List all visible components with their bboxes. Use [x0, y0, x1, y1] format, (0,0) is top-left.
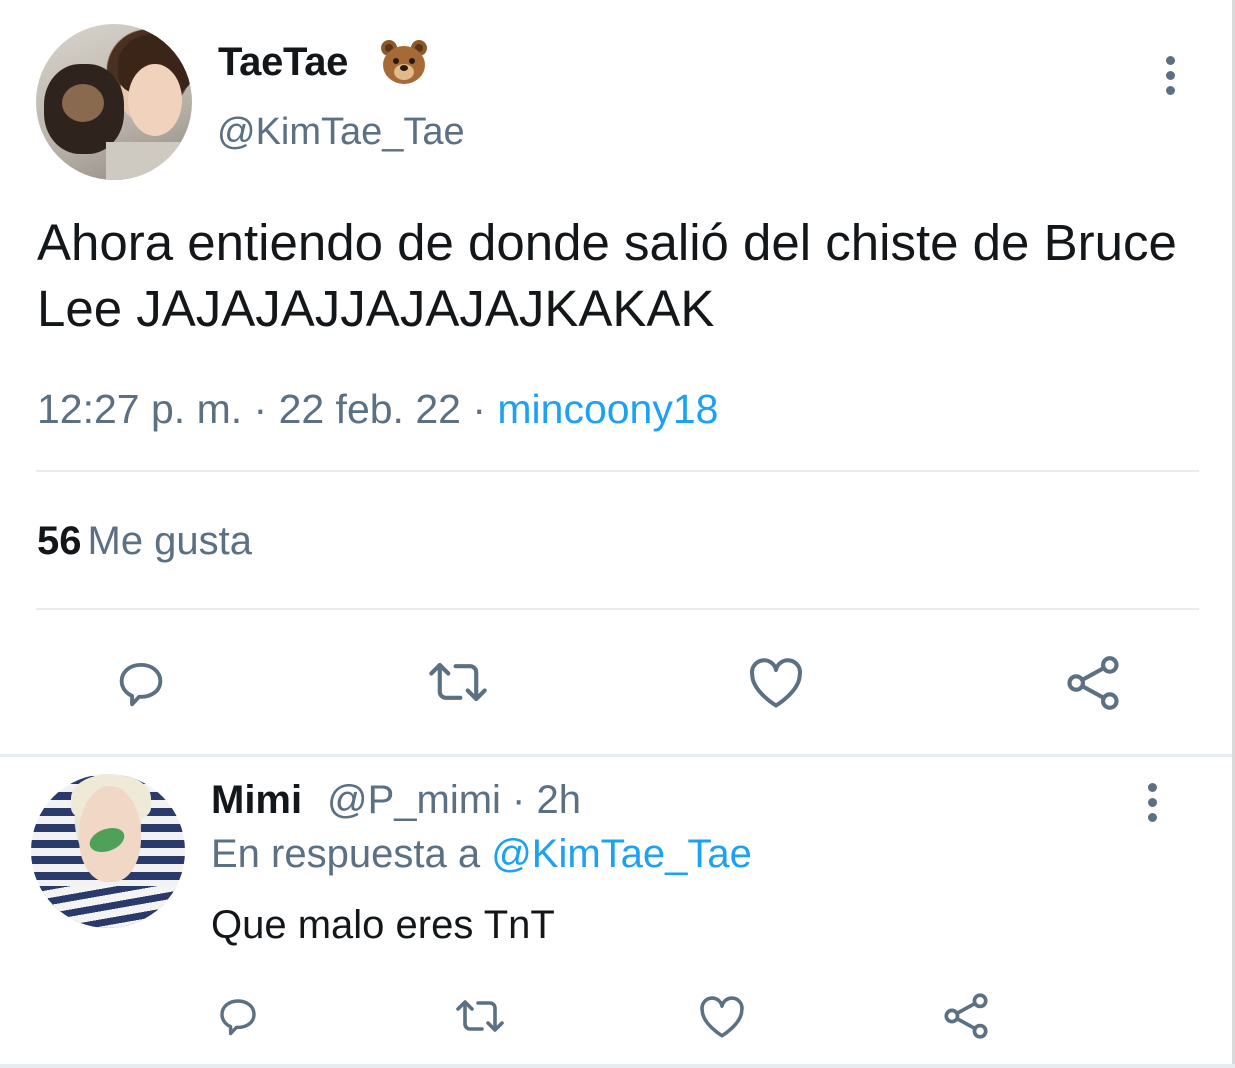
- bear-face-emoji-icon: [381, 40, 427, 84]
- tweet-source-link[interactable]: mincoony18: [497, 386, 718, 432]
- tweet-date: 22 feb. 22: [278, 386, 461, 432]
- tweet-meta: 12:27 p. m. · 22 feb. 22 · mincoony18: [37, 386, 718, 433]
- avatar-dog-face: [62, 84, 104, 122]
- tweet-time: 12:27 p. m.: [37, 386, 243, 432]
- reply-retweet-icon[interactable]: [452, 992, 508, 1040]
- reply-like-icon[interactable]: [697, 993, 747, 1041]
- reply-text: Que malo eres TnT: [211, 903, 555, 947]
- like-icon[interactable]: [746, 654, 806, 712]
- reply-more-options-icon[interactable]: [1148, 783, 1158, 828]
- avatar-shirt: [31, 886, 185, 928]
- author-handle[interactable]: @KimTae_Tae: [217, 111, 465, 154]
- reply-author-avatar[interactable]: [31, 774, 185, 928]
- tweet-text: Ahora entiendo de donde salió del chiste…: [37, 214, 1177, 337]
- replying-mention-link[interactable]: @KimTae_Tae: [491, 832, 752, 876]
- reply-author-handle[interactable]: @P_mimi · 2h: [327, 778, 581, 823]
- replying-prefix: En respuesta a: [211, 832, 492, 876]
- author-avatar[interactable]: [36, 24, 192, 180]
- replying-to: En respuesta a @KimTae_Tae: [211, 832, 752, 877]
- reply-share-icon[interactable]: [940, 990, 992, 1042]
- avatar-face: [128, 64, 182, 136]
- reply-author-name[interactable]: Mimi: [211, 778, 302, 823]
- author-display-name[interactable]: TaeTae: [218, 40, 348, 85]
- avatar-shirt: [106, 142, 192, 180]
- meta-separator: ·: [460, 386, 498, 432]
- bottom-divider: [0, 1064, 1235, 1068]
- retweet-icon[interactable]: [424, 652, 492, 712]
- likes-count: 56: [37, 519, 82, 563]
- divider: [36, 470, 1199, 472]
- section-divider: [0, 754, 1232, 757]
- more-options-icon[interactable]: [1166, 56, 1176, 101]
- share-icon[interactable]: [1062, 652, 1124, 714]
- likes-summary[interactable]: 56 Me gusta: [37, 519, 252, 564]
- divider: [36, 608, 1199, 610]
- reply-reply-icon[interactable]: [214, 992, 262, 1040]
- reply-icon[interactable]: [112, 654, 170, 712]
- likes-label: Me gusta: [87, 519, 253, 563]
- meta-separator: ·: [242, 386, 279, 432]
